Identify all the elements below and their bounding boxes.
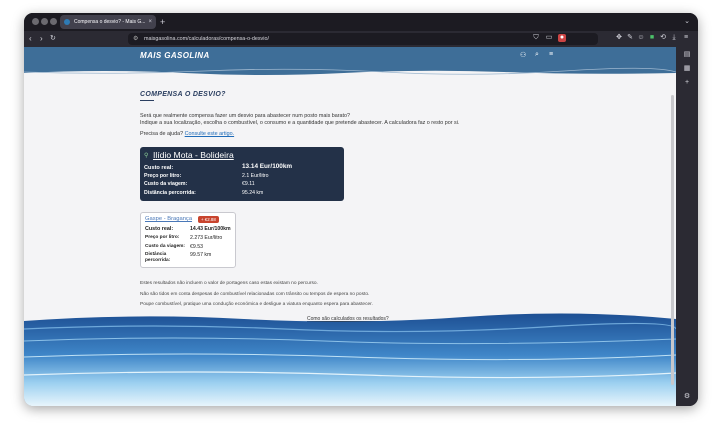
best-station-card[interactable]: ⚲ Ilídio Mota - Bolideira Custo real: 13… <box>140 147 344 201</box>
page-scrollbar[interactable] <box>671 95 674 385</box>
new-tab-button[interactable]: + <box>160 15 165 29</box>
extension-puzzle-icon[interactable]: ✥ <box>615 34 623 42</box>
browser-window: Compensa o desvio? - Mais G... × + ⌄ ‹ ›… <box>24 13 698 406</box>
note-1: Não são tidos em conta despesas de combu… <box>140 291 370 297</box>
sidebar-bookmarks-icon[interactable]: ▦ <box>683 65 691 73</box>
reload-icon[interactable]: ↻ <box>50 33 56 45</box>
price-difference-badge: + €2.88 <box>198 216 219 223</box>
pen-icon[interactable]: ✎ <box>626 34 634 42</box>
best-value-3: 95.24 km <box>242 190 264 196</box>
note-0: Estes resultados não incluem o valor de … <box>140 281 318 286</box>
tab-active[interactable]: Compensa o desvio? - Mais G... × <box>60 15 156 29</box>
menu-icon[interactable]: ≡ <box>682 34 690 42</box>
best-value-1: 2.1 Eur/litro <box>242 173 269 179</box>
best-label-2: Custo da viagem: <box>144 181 188 187</box>
best-station-name[interactable]: Ilídio Mota - Bolideira <box>153 150 234 160</box>
minimize-window-button[interactable] <box>41 18 48 25</box>
disclaimer-notes: Estes resultados não incluem o valor de … <box>140 279 560 311</box>
reader-view-icon[interactable]: ▭ <box>545 34 553 42</box>
navigation-bar: ‹ › ↻ ▯ ⚙ maisgasolina.com/calculadoras/… <box>24 31 698 47</box>
other-label-2: Custo da viagem: <box>145 244 185 249</box>
site-header: MAIS GASOLINA ⚇ ⌕ ≡ <box>24 47 676 77</box>
extension-red-icon[interactable]: ● <box>558 34 566 42</box>
sidebar-panel-icon[interactable]: ▤ <box>683 51 691 59</box>
best-label-0: Custo real: <box>144 165 174 171</box>
help-text: Precisa de ajuda? Consulte este artigo. <box>140 131 234 137</box>
site-logo[interactable]: MAIS GASOLINA <box>140 51 210 60</box>
other-value-3: 99.57 km <box>190 252 212 258</box>
url-text: maisgasolina.com/calculadoras/compensa-o… <box>144 36 269 42</box>
other-value-0: 14.43 Eur/100km <box>190 226 231 232</box>
intro-line-1: Será que realmente compensa fazer um des… <box>140 113 351 119</box>
extension-green-icon[interactable]: ■ <box>648 34 656 42</box>
tab-close-icon[interactable]: × <box>148 15 152 29</box>
user-icon[interactable]: ⚇ <box>520 51 526 59</box>
forward-icon[interactable]: › <box>40 33 43 45</box>
tab-bar: Compensa o desvio? - Mais G... × + ⌄ <box>24 13 698 31</box>
hamburger-menu-icon[interactable]: ≡ <box>549 51 553 58</box>
site-info-icon[interactable]: ⚙ <box>133 33 138 45</box>
download-icon[interactable]: ⤓ <box>670 34 678 42</box>
best-value-2: €9.11 <box>242 181 255 187</box>
page-title: COMPENSA O DESVIO? <box>140 91 226 98</box>
best-label-1: Preço por litro: <box>144 173 182 179</box>
url-bar[interactable]: ⚙ maisgasolina.com/calculadoras/compensa… <box>128 33 598 45</box>
other-label-0: Custo real: <box>145 226 174 232</box>
favicon-icon <box>64 19 70 25</box>
header-wave-graphic <box>24 67 676 77</box>
maximize-window-button[interactable] <box>50 18 57 25</box>
intro-text: Será que realmente compensa fazer um des… <box>140 113 560 128</box>
footer-wave-graphic <box>24 313 676 406</box>
other-label-1: Preço por litro: <box>145 235 180 240</box>
intro-line-2: Indique a sua localização, escolha o com… <box>140 120 460 127</box>
browser-sidebar: ▤ ▦ + ⚙ <box>676 47 698 406</box>
sidebar-add-icon[interactable]: + <box>683 79 691 87</box>
other-label-3: Distância percorrida: <box>145 252 171 263</box>
sidebar-settings-icon[interactable]: ⚙ <box>683 393 691 401</box>
best-label-3: Distância percorrida: <box>144 190 196 196</box>
tab-title: Compensa o desvio? - Mais G... <box>74 19 146 25</box>
back-icon[interactable]: ‹ <box>29 33 32 45</box>
other-station-name[interactable]: Gaspe - Bragança <box>145 216 192 222</box>
search-icon[interactable]: ⌕ <box>535 51 539 59</box>
other-station-card[interactable]: Gaspe - Bragança + €2.88 Custo real: 14.… <box>140 212 236 268</box>
help-article-link[interactable]: Consulte este artigo. <box>185 131 234 137</box>
account-icon[interactable]: ☺ <box>637 34 645 42</box>
main-content: COMPENSA O DESVIO? Será que realmente co… <box>140 91 560 322</box>
tab-list-chevron-icon[interactable]: ⌄ <box>684 16 690 28</box>
sync-icon[interactable]: ⟲ <box>659 34 667 42</box>
title-underline <box>140 100 154 102</box>
other-value-1: 2.273 Eur/litro <box>190 235 223 241</box>
page-viewport: MAIS GASOLINA ⚇ ⌕ ≡ COMPENSA O DESVIO? S… <box>24 47 676 406</box>
close-window-button[interactable] <box>32 18 39 25</box>
help-prefix: Precisa de ajuda? <box>140 131 184 137</box>
other-value-2: €9.53 <box>190 244 203 250</box>
location-pin-icon: ⚲ <box>144 153 149 159</box>
best-value-0: 13.14 Eur/100km <box>242 163 293 170</box>
shield-icon[interactable]: ⛉ <box>532 34 540 42</box>
